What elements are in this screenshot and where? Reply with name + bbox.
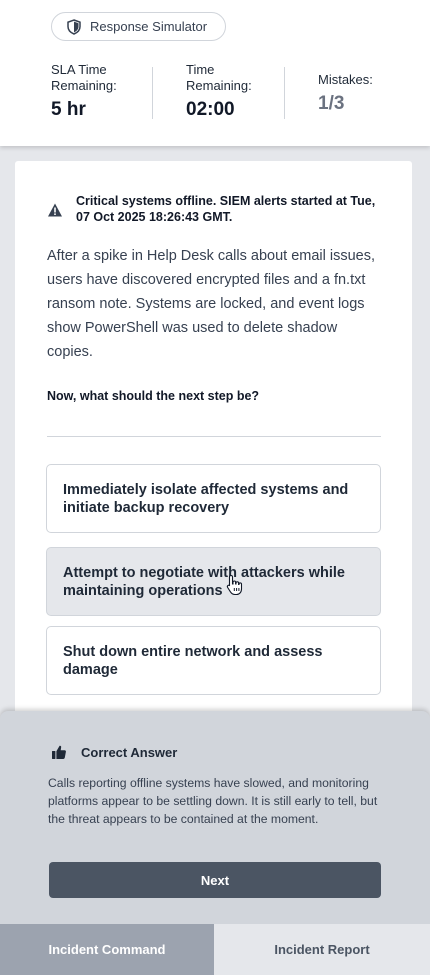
mistakes-stat: Mistakes: 1/3: [318, 72, 408, 115]
sla-time-value: 5 hr: [51, 99, 86, 120]
bottom-tabs: Incident Command Incident Report: [0, 924, 430, 975]
feedback-header: Correct Answer: [51, 744, 177, 760]
answer-option[interactable]: Immediately isolate affected systems and…: [46, 464, 381, 533]
section-divider: [47, 436, 381, 437]
warning-icon: [47, 202, 63, 218]
scenario-description: After a spike in Help Desk calls about e…: [47, 248, 376, 360]
alert-text: Critical systems offline. SIEM alerts st…: [76, 194, 376, 224]
question-prompt: Now, what should the next step be?: [47, 389, 260, 403]
scenario-card: Critical systems offline. SIEM alerts st…: [15, 161, 412, 721]
stat-divider: [152, 67, 153, 119]
response-simulator-badge: Response Simulator: [51, 12, 227, 41]
feedback-text: Calls reporting offline systems have slo…: [48, 776, 378, 826]
time-remaining-label: Time Remaining:: [186, 62, 252, 93]
mistakes-label: Mistakes:: [318, 72, 373, 87]
badge-label: Response Simulator: [90, 19, 208, 34]
feedback-sheet: Correct Answer Calls reporting offline s…: [0, 711, 430, 924]
hand-pointer-icon: [226, 574, 244, 596]
sla-time-stat: SLA Time Remaining: 5 hr: [51, 62, 141, 121]
header: Response Simulator SLA Time Remaining: 5…: [0, 0, 430, 146]
thumbs-up-icon: [51, 744, 67, 760]
next-button[interactable]: Next: [49, 862, 381, 898]
feedback-title: Correct Answer: [81, 744, 178, 760]
answer-option[interactable]: Attempt to negotiate with attackers whil…: [46, 547, 381, 616]
answer-option[interactable]: Shut down entire network and assess dama…: [46, 626, 381, 695]
mistakes-value: 1/3: [318, 93, 345, 114]
shield-icon: [66, 18, 82, 35]
time-remaining-value: 02:00: [186, 99, 235, 120]
alert-banner: Critical systems offline. SIEM alerts st…: [47, 193, 387, 225]
tab-incident-report[interactable]: Incident Report: [214, 924, 430, 975]
sla-time-label: SLA Time Remaining:: [51, 62, 117, 93]
tab-incident-command[interactable]: Incident Command: [0, 924, 214, 975]
stats-row: SLA Time Remaining: 5 hr Time Remaining:…: [0, 62, 430, 122]
stat-divider: [284, 67, 285, 119]
time-remaining-stat: Time Remaining: 02:00: [186, 62, 266, 121]
